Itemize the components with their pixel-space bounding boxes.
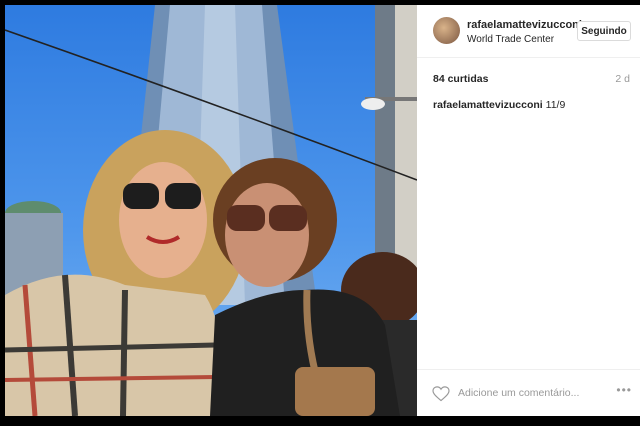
post-side-panel: rafaelamattevizucconi World Trade Center… xyxy=(417,5,640,416)
post-time: 2 d xyxy=(615,73,630,85)
heart-icon[interactable] xyxy=(432,386,450,402)
comment-input[interactable] xyxy=(458,384,593,402)
caption-username[interactable]: rafaelamattevizucconi xyxy=(433,99,543,111)
caption: rafaelamattevizucconi 11/9 xyxy=(433,99,565,111)
caption-text: 11/9 xyxy=(542,99,566,111)
more-options-icon[interactable]: ••• xyxy=(616,383,632,397)
post-header: rafaelamattevizucconi World Trade Center… xyxy=(417,5,640,58)
photo-illustration xyxy=(5,5,417,416)
following-button[interactable]: Seguindo xyxy=(577,21,631,41)
username-link[interactable]: rafaelamattevizucconi xyxy=(467,19,582,31)
post-photo xyxy=(5,5,417,416)
likes-count[interactable]: 84 curtidas xyxy=(433,73,488,85)
comment-bar: ••• xyxy=(417,369,640,417)
location-link[interactable]: World Trade Center xyxy=(467,34,554,45)
avatar[interactable] xyxy=(433,17,460,44)
